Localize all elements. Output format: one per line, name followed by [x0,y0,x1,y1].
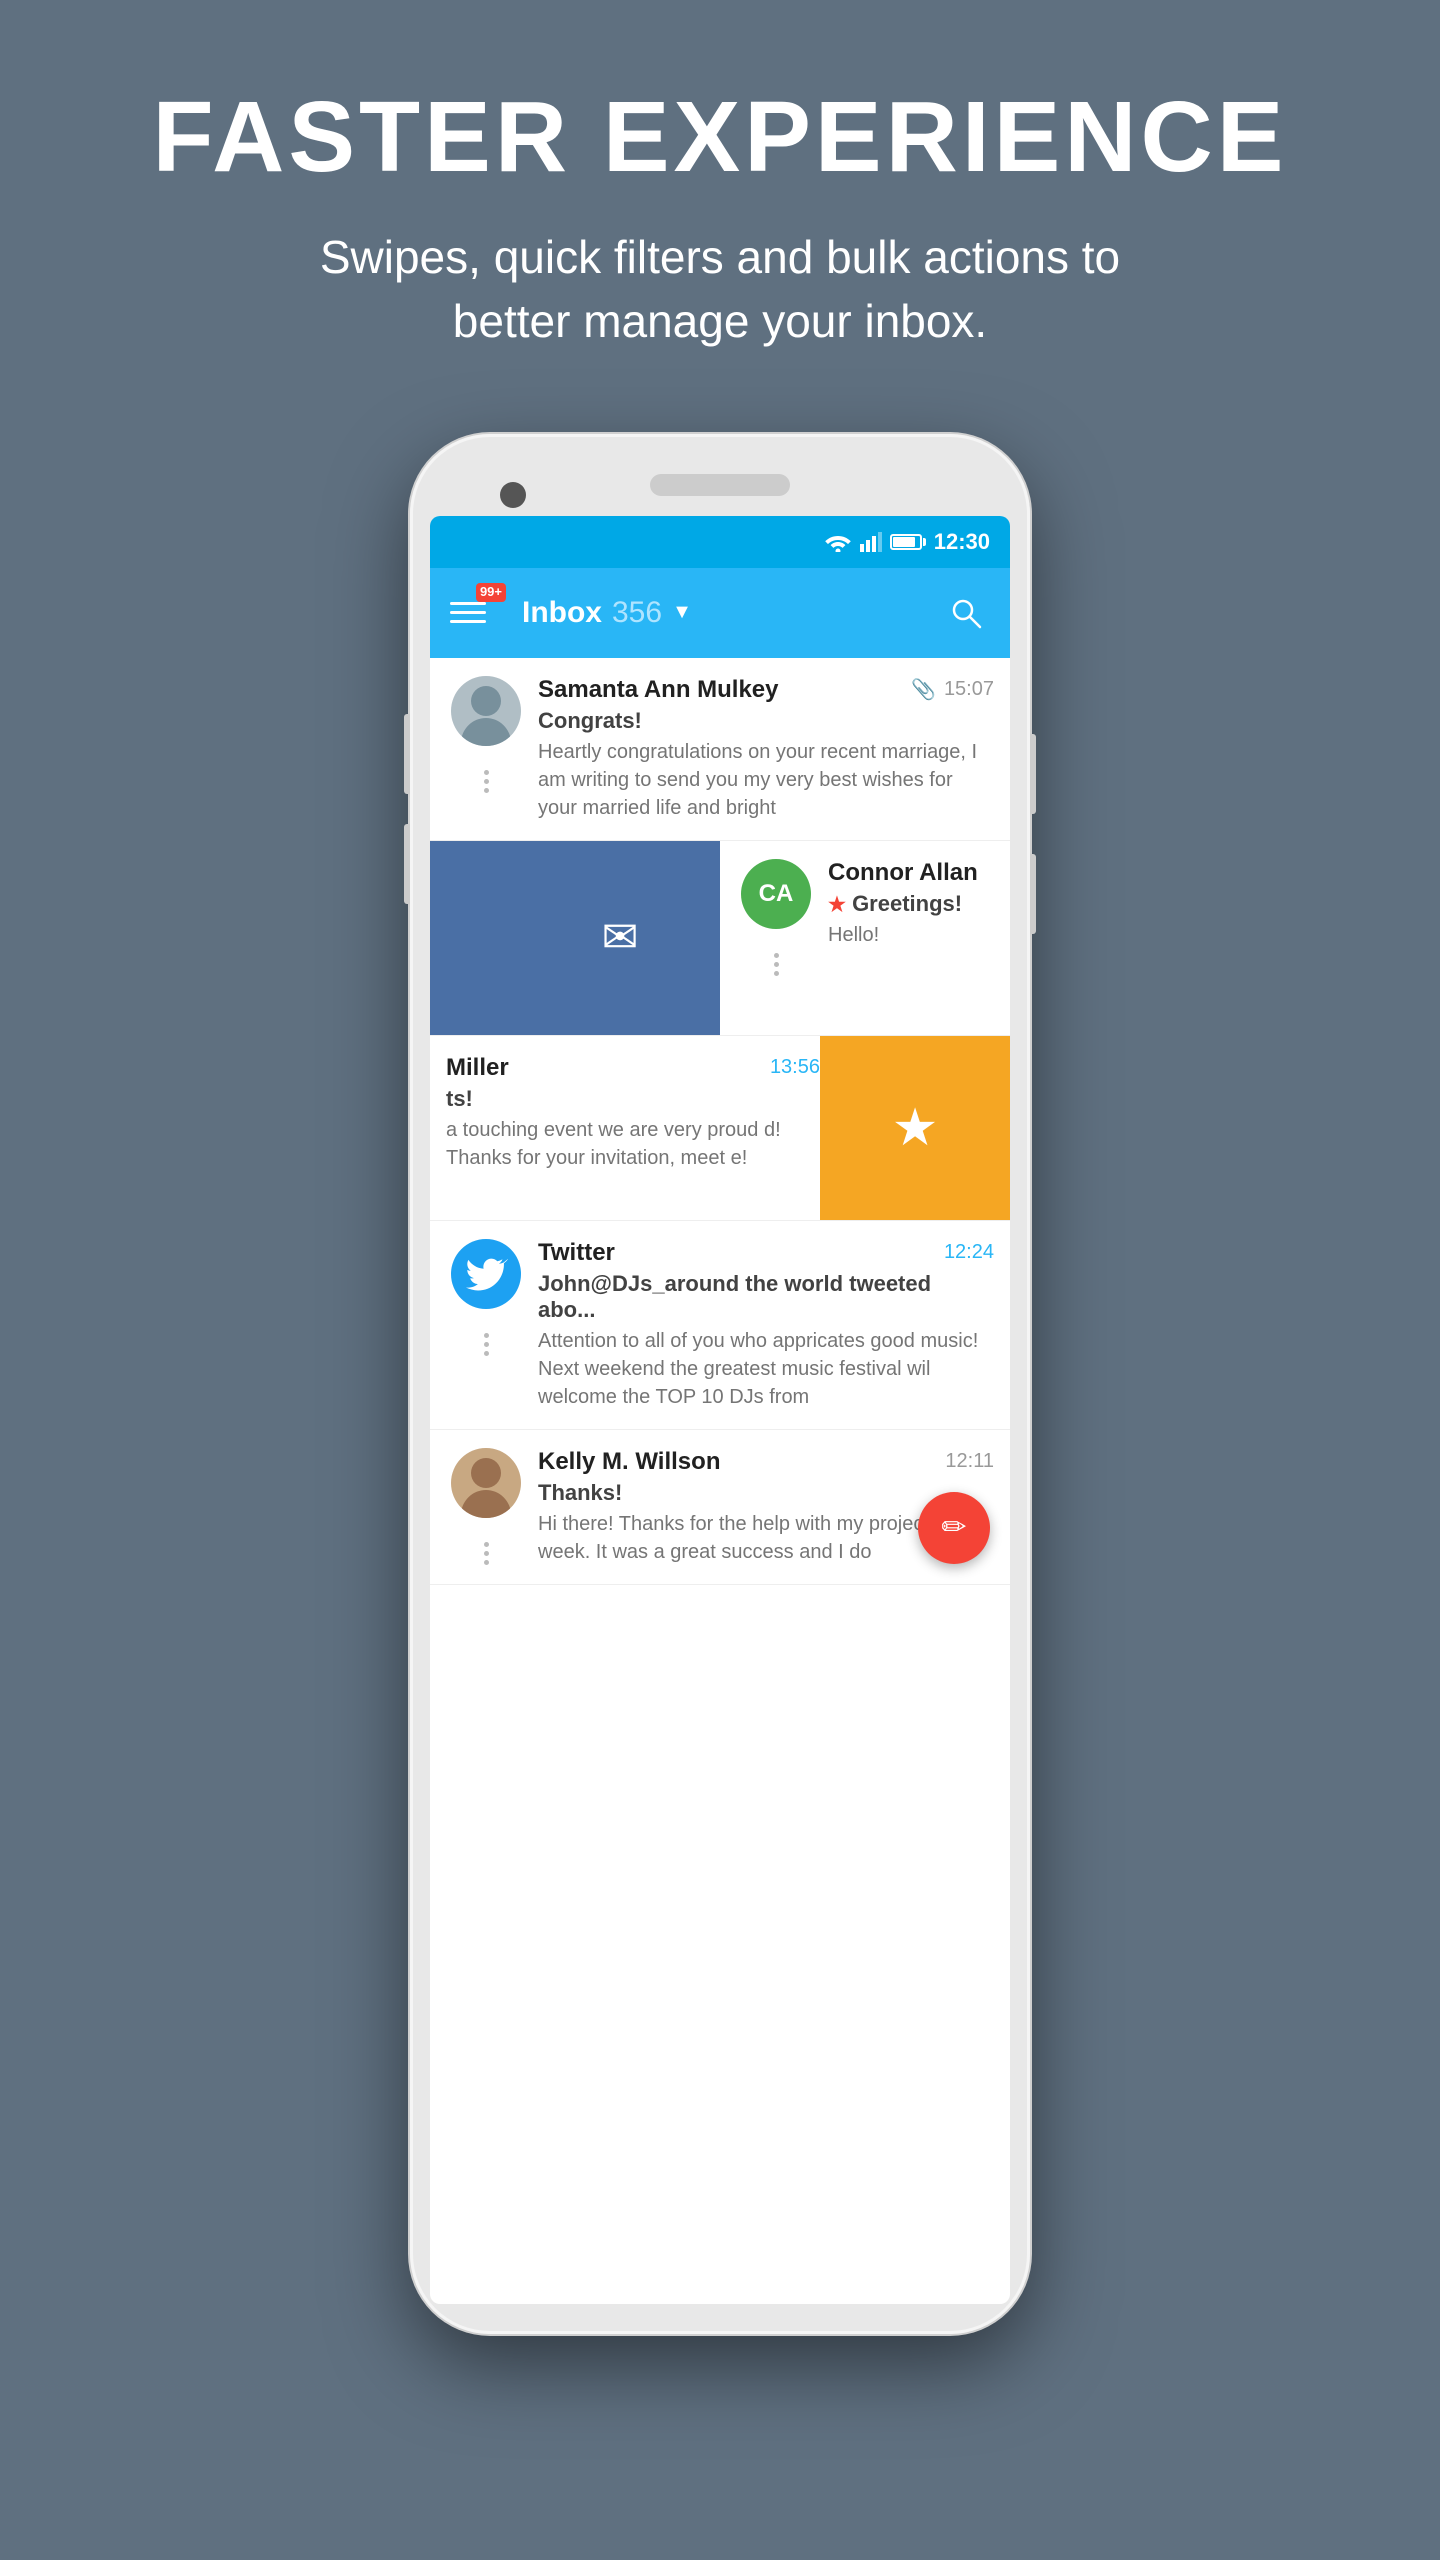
volume-button[interactable] [1030,854,1036,934]
inbox-label: Inbox [522,596,602,630]
email-5-dots[interactable] [484,1542,489,1565]
wifi-icon [824,532,852,552]
email-time-4: 12:24 [944,1241,994,1264]
volume-up-button[interactable] [404,714,410,794]
battery-fill [893,537,915,547]
sender-name-1: Samanta Ann Mulkey [538,676,779,704]
email-time-3: 13:56 [770,1056,820,1079]
fab-compose-button[interactable]: ✏ [918,1492,990,1564]
email-content-2: Connor Allan ★ Greetings! Hello! [816,859,994,949]
page-header: FASTER EXPERIENCE Swipes, quick filters … [53,0,1388,394]
phone-screen: 12:30 99+ Inbox 356 ▼ [430,516,1010,2304]
email-content-3: Miller 13:56 ts! a touching event we are… [430,1054,820,1172]
paperclip-icon-1: 📎 [911,677,936,702]
envelope-swipe-icon: ✉ [602,912,639,963]
email-preview-4: Attention to all of you who appricates g… [538,1327,994,1411]
email-item-4[interactable]: Twitter 12:24 John@DJs_around the world … [430,1221,1010,1430]
email-subject-4: John@DJs_around the world tweeted abo... [538,1271,994,1323]
email-card-2: CA Connor Allan ★ Greetings! [720,841,1010,1035]
speaker-grille [650,474,790,496]
email-item-2-container[interactable]: ✉ CA Connor Allan [430,841,1010,1036]
avatar-kelly [451,1448,521,1518]
status-time: 12:30 [934,529,990,555]
signal-icon [860,532,882,552]
phone-wrapper: 12:30 99+ Inbox 356 ▼ [410,434,1030,2334]
sender-name-4: Twitter [538,1239,615,1267]
inbox-count: 356 [612,596,662,630]
hamburger-line-3 [450,620,486,623]
volume-down-button[interactable] [404,824,410,904]
menu-button[interactable]: 99+ [450,587,502,639]
starred-icon: ★ [828,894,846,916]
power-button[interactable] [1030,734,1036,814]
toolbar-title-area[interactable]: Inbox 356 ▼ [522,596,922,630]
status-icons: 12:30 [824,529,990,555]
badge-99: 99+ [476,583,506,602]
avatar-ca: CA [741,859,811,929]
email-content-1: Samanta Ann Mulkey 📎 15:07 Congrats! Hea… [526,676,994,822]
swipe-right-bg: ★ [820,1036,1010,1220]
email-4-dots[interactable] [484,1333,489,1356]
email-content-4: Twitter 12:24 John@DJs_around the world … [526,1239,994,1411]
sender-name-5: Kelly M. Willson [538,1448,720,1476]
phone-shell: 12:30 99+ Inbox 356 ▼ [410,434,1030,2334]
avatar-area-5 [446,1448,526,1565]
app-toolbar: 99+ Inbox 356 ▼ [430,568,1010,658]
email-card-3: Miller 13:56 ts! a touching event we are… [430,1036,820,1220]
email-1-dots[interactable] [484,770,489,793]
email-time-1: 15:07 [944,678,994,701]
email-preview-3: a touching event we are very proud d! Th… [446,1116,820,1172]
avatar-area-2: CA [736,859,816,976]
page-title: FASTER EXPERIENCE [153,80,1288,195]
email-item-5[interactable]: Kelly M. Willson 12:11 Thanks! Hi there!… [430,1430,1010,1585]
email-subject-1: Congrats! [538,708,994,734]
email-time-5: 12:11 [945,1450,994,1473]
email-subject-2: ★ Greetings! [828,891,994,917]
email-item-3-container[interactable]: Miller 13:56 ts! a touching event we are… [430,1036,1010,1221]
front-camera [500,482,526,508]
search-button[interactable] [942,589,990,637]
avatar-area-4 [446,1239,526,1356]
email-item-1[interactable]: Samanta Ann Mulkey 📎 15:07 Congrats! Hea… [430,658,1010,841]
hamburger-line-1 [450,602,486,605]
search-icon [950,597,982,629]
status-bar: 12:30 [430,516,1010,568]
sender-name-3: Miller [446,1054,509,1082]
phone-top-bar [420,464,1020,516]
hamburger-line-2 [450,611,486,614]
avatar-samanta [451,676,521,746]
avatar-twitter [451,1239,521,1309]
fab-pencil-icon: ✏ [941,1510,966,1545]
page-subtitle: Swipes, quick filters and bulk actions t… [270,225,1170,354]
email-list: Samanta Ann Mulkey 📎 15:07 Congrats! Hea… [430,658,1010,1585]
avatar-area-1 [446,676,526,793]
sender-name-2: Connor Allan [828,859,978,887]
battery-icon [890,534,922,550]
email-preview-2: Hello! [828,921,994,949]
email-2-dots[interactable] [774,953,779,976]
email-preview-1: Heartly congratulations on your recent m… [538,738,994,822]
star-swipe-icon: ★ [892,1098,939,1158]
dropdown-arrow-icon: ▼ [672,601,692,624]
email-subject-3: ts! [446,1086,820,1112]
email-subject-5: Thanks! [538,1480,994,1506]
